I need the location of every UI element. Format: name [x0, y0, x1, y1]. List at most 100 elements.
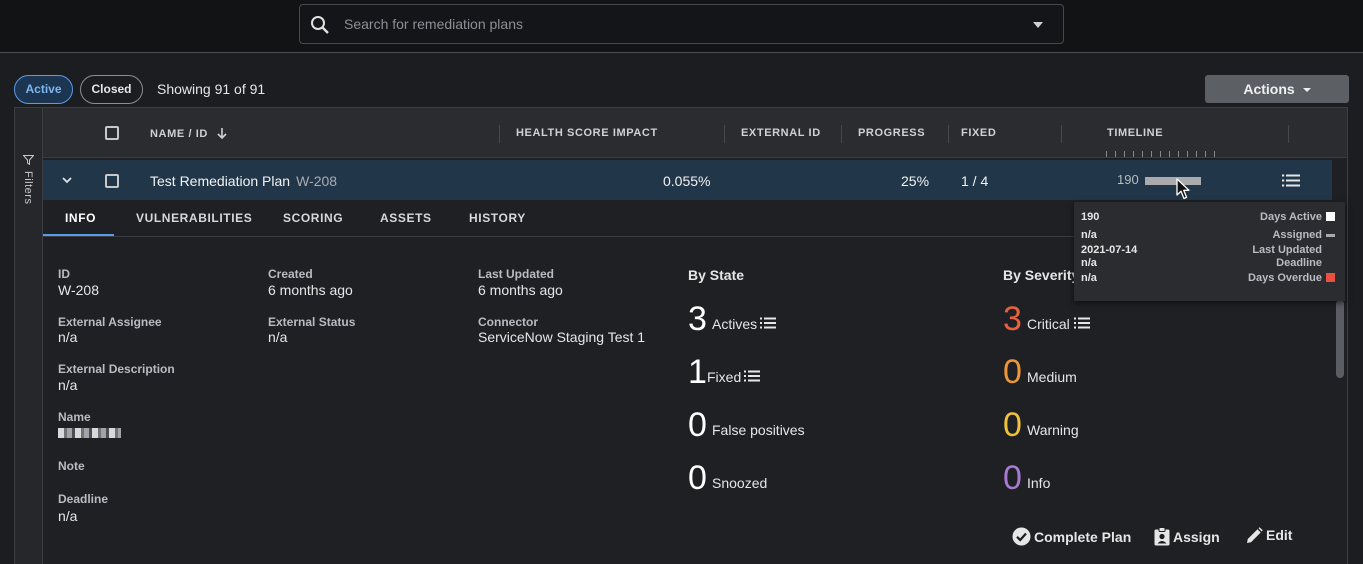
deadline-value: n/a [58, 508, 78, 524]
external-description-value: n/a [58, 377, 78, 393]
list-icon[interactable] [1282, 174, 1300, 187]
edit-button[interactable]: Edit [1246, 527, 1292, 544]
search-icon [311, 16, 329, 34]
column-divider [499, 125, 500, 143]
showing-count: Showing 91 of 91 [157, 81, 266, 97]
row-checkbox[interactable] [105, 174, 119, 188]
column-external-id[interactable]: EXTERNAL ID [741, 127, 821, 139]
vertical-scrollbar[interactable] [1336, 300, 1344, 378]
days-active-swatch [1326, 212, 1335, 221]
assigned-swatch [1326, 234, 1335, 237]
column-name-id[interactable]: NAME / ID [150, 127, 228, 140]
tab-history[interactable]: HISTORY [469, 211, 526, 225]
tab-scoring[interactable]: SCORING [283, 211, 343, 225]
top-bar [0, 0, 1363, 53]
actives-count: 3 [688, 300, 707, 338]
external-status-value: n/a [268, 329, 288, 345]
active-tab-indicator [43, 234, 114, 236]
tooltip-assigned-value: n/a [1081, 229, 1097, 241]
assign-user-icon [1154, 527, 1170, 546]
pencil-icon [1247, 527, 1263, 543]
search-input[interactable] [344, 5, 1004, 43]
column-timeline[interactable]: TIMELINE [1107, 127, 1163, 139]
id-label: ID [58, 267, 70, 281]
fixed-list-icon[interactable] [744, 370, 760, 382]
column-progress[interactable]: PROGRESS [858, 127, 925, 139]
table-header: NAME / ID HEALTH SCORE IMPACT EXTERNAL I… [43, 108, 1347, 158]
connector-value: ServiceNow Staging Test 1 [478, 329, 646, 345]
timeline-tooltip: 190 Days Active n/a Assigned 2021-07-14 … [1074, 202, 1345, 301]
critical-count: 3 [1003, 300, 1022, 338]
tab-assets[interactable]: ASSETS [380, 211, 432, 225]
false-positives-count: 0 [688, 406, 707, 444]
column-fixed[interactable]: FIXED [961, 127, 996, 139]
actions-button[interactable]: Actions [1205, 75, 1349, 103]
plan-name-label: Test Remediation Plan [150, 173, 291, 189]
id-value: W-208 [58, 282, 99, 298]
timeline-scale [1106, 151, 1218, 157]
tab-info[interactable]: INFO [65, 211, 96, 225]
timeline-days: 190 [1117, 172, 1139, 187]
info-count: 0 [1003, 459, 1022, 497]
critical-label: Critical [1027, 316, 1070, 332]
column-health-score-impact[interactable]: HEALTH SCORE IMPACT [516, 127, 658, 139]
sort-down-icon [217, 128, 227, 140]
by-state-title: By State [688, 267, 745, 283]
name-value-redacted [58, 428, 121, 438]
search-box[interactable] [299, 4, 1064, 44]
fixed-value: 1 / 4 [961, 173, 989, 189]
actions-label: Actions [1243, 81, 1295, 97]
deadline-label: Deadline [58, 492, 109, 506]
warning-count: 0 [1003, 406, 1022, 444]
tooltip-days-active-value: 190 [1081, 211, 1100, 223]
select-all-checkbox[interactable] [105, 126, 119, 140]
snoozed-label: Snoozed [712, 475, 768, 491]
tooltip-assigned-label: Assigned [1272, 229, 1322, 241]
actives-list-icon[interactable] [760, 317, 776, 329]
plan-name[interactable]: Test Remediation Plan W-208 [150, 173, 337, 189]
assign-label: Assign [1173, 529, 1220, 545]
actives-label: Actives [712, 316, 758, 332]
tooltip-last-updated-value: 2021-07-14 [1081, 244, 1138, 256]
plan-id: W-208 [296, 173, 338, 189]
active-filter-button[interactable]: Active [14, 75, 73, 104]
name-label: Name [58, 410, 91, 424]
column-divider [948, 125, 949, 143]
progress-value: 25% [901, 173, 930, 189]
assign-button[interactable]: Assign [1154, 527, 1220, 546]
health-score-impact-value: 0.055% [663, 173, 711, 189]
column-divider [841, 125, 842, 143]
connector-label: Connector [478, 315, 538, 329]
external-description-label: External Description [58, 362, 175, 376]
filter-icon [23, 155, 34, 165]
filters-rail[interactable]: Filters [15, 108, 43, 564]
column-divider [1061, 125, 1062, 143]
edit-label: Edit [1266, 527, 1293, 543]
critical-list-icon[interactable] [1074, 317, 1090, 329]
fixed-label: Fixed [707, 369, 742, 385]
created-label: Created [268, 267, 313, 281]
last-updated-value: 6 months ago [478, 282, 563, 298]
chevron-down-icon[interactable] [1033, 22, 1043, 28]
days-overdue-swatch [1326, 273, 1335, 282]
tooltip-days-active-label: Days Active [1260, 211, 1322, 223]
tooltip-days-overdue-label: Days Overdue [1248, 272, 1322, 284]
tab-vulnerabilities[interactable]: VULNERABILITIES [136, 211, 252, 225]
tooltip-days-overdue-value: n/a [1081, 272, 1097, 284]
tooltip-deadline-value: n/a [1081, 257, 1097, 269]
column-divider [1288, 125, 1289, 143]
chevron-down-icon[interactable] [62, 175, 72, 185]
table-row[interactable]: Test Remediation Plan W-208 0.055% 25% 1 … [43, 160, 1332, 200]
complete-plan-label: Complete Plan [1034, 529, 1132, 545]
closed-filter-button[interactable]: Closed [80, 75, 143, 104]
column-divider [724, 125, 725, 143]
by-severity-title: By Severity [1003, 267, 1080, 283]
timeline-bar[interactable] [1145, 177, 1201, 185]
external-assignee-label: External Assignee [58, 315, 162, 329]
last-updated-label: Last Updated [478, 267, 555, 281]
tooltip-last-updated-label: Last Updated [1252, 244, 1322, 256]
info-label: Info [1027, 475, 1051, 491]
complete-plan-button[interactable]: Complete Plan [1012, 527, 1131, 546]
filters-label: Filters [22, 171, 34, 205]
created-value: 6 months ago [268, 282, 353, 298]
